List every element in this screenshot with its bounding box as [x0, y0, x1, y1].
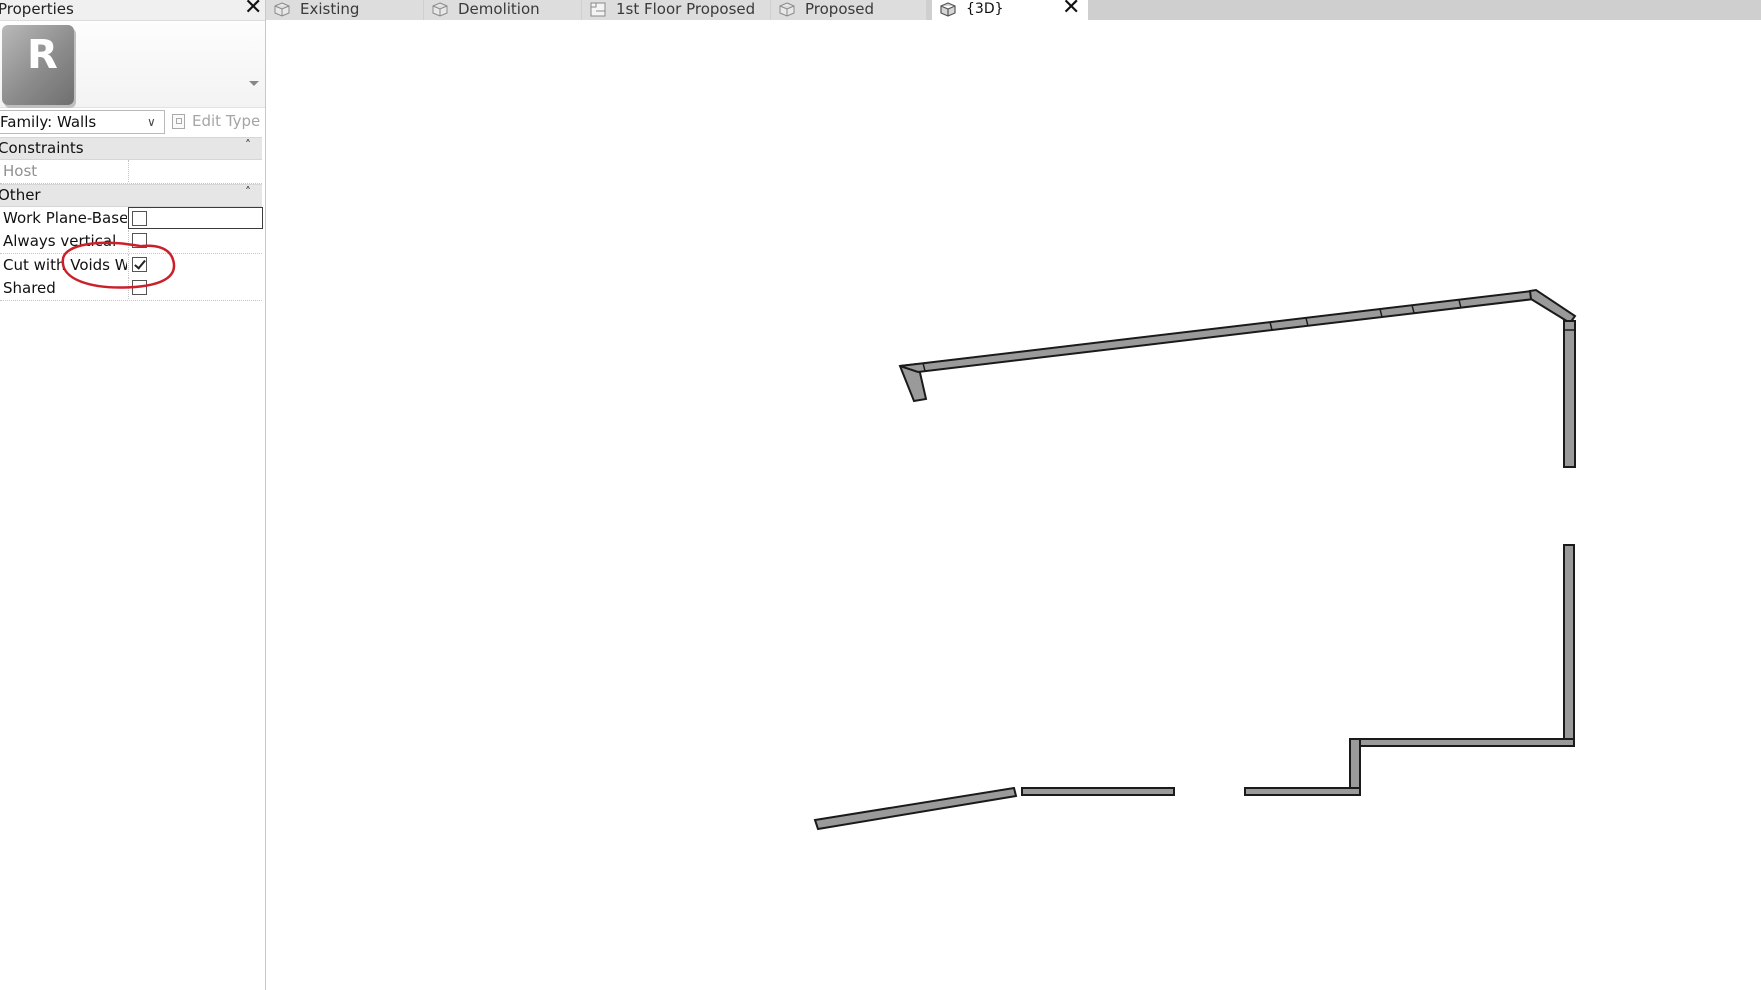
revit-logo-icon: R [2, 25, 74, 105]
3d-view-canvas[interactable] [266, 20, 1761, 990]
type-selector-preview[interactable]: R [0, 21, 265, 108]
property-row-always-vertical: Always vertical [0, 230, 262, 254]
properties-title: Properties [0, 0, 74, 18]
tab-label: 1st Floor Proposed [616, 0, 756, 18]
wall-segment [1349, 738, 1575, 747]
edit-type-label: Edit Type [192, 112, 261, 130]
edit-type-icon [172, 114, 185, 129]
tab-existing[interactable]: Existing [266, 0, 423, 20]
3d-view-icon [432, 2, 448, 17]
property-value-host [128, 160, 262, 182]
wall-segment [899, 289, 1536, 374]
property-row-cut-with-voids: Cut with Voids W... [0, 254, 262, 278]
property-label: Cut with Voids W... [3, 256, 127, 274]
group-header-constraints[interactable]: Constraints ˄ [0, 137, 262, 160]
chevron-down-icon[interactable] [249, 81, 259, 86]
property-row-work-plane-based: Work Plane-Based [0, 207, 263, 231]
properties-palette: Properties ✕ R Family: Walls ∨ Edit Type… [0, 0, 266, 990]
3d-view-icon [274, 2, 290, 17]
wall-segment [813, 786, 1018, 831]
family-type-dropdown[interactable]: Family: Walls ∨ [0, 110, 165, 134]
property-value-work-plane-based[interactable] [128, 207, 263, 229]
property-row-shared: Shared [0, 277, 262, 301]
tab-3d[interactable]: {3D} ✕ [932, 0, 1088, 20]
3d-view-icon [779, 2, 795, 17]
group-title: Other [0, 186, 41, 204]
edit-type-button[interactable]: Edit Type [170, 110, 262, 134]
properties-title-bar: Properties ✕ [0, 0, 265, 21]
wall-segment [1349, 738, 1361, 796]
wall-segment [1244, 787, 1361, 796]
property-label: Shared [3, 279, 56, 297]
shared-checkbox[interactable] [132, 280, 147, 295]
tab-demolition[interactable]: Demolition [424, 0, 581, 20]
3d-view-icon [940, 2, 956, 17]
property-value-shared[interactable] [128, 277, 262, 299]
wall-segment [1563, 320, 1576, 468]
wall-segment [1528, 288, 1577, 325]
tab-proposed[interactable]: Proposed [771, 0, 926, 20]
property-label: Always vertical [3, 232, 117, 250]
chevron-down-icon[interactable]: ∨ [147, 115, 156, 129]
floor-plan-icon [590, 2, 606, 17]
property-value-cut-with-voids[interactable] [128, 254, 262, 276]
property-label: Host [3, 162, 38, 180]
collapse-icon[interactable]: ˄ [245, 138, 251, 152]
property-row-host: Host [0, 160, 262, 184]
group-header-other[interactable]: Other ˄ [0, 184, 262, 207]
wall-segment [1563, 544, 1575, 747]
wall-segment [1021, 787, 1175, 796]
family-type-label: Family: Walls [0, 113, 97, 131]
cut-with-voids-checkbox[interactable] [132, 257, 147, 272]
tab-1st-floor-proposed[interactable]: 1st Floor Proposed [582, 0, 770, 20]
tab-label: Proposed [805, 0, 875, 18]
property-value-always-vertical[interactable] [128, 230, 262, 252]
wall-geometry [813, 288, 1577, 831]
group-title: Constraints [0, 139, 84, 157]
view-tab-bar: Existing Demolition 1st Floor Proposed P… [266, 0, 1761, 20]
close-icon[interactable]: ✕ [244, 0, 262, 19]
close-icon[interactable]: ✕ [1062, 0, 1080, 19]
property-label: Work Plane-Based [3, 209, 127, 227]
always-vertical-checkbox[interactable] [132, 233, 147, 248]
work-plane-based-checkbox[interactable] [132, 211, 147, 226]
tab-label: Existing [300, 0, 360, 18]
tab-label: Demolition [458, 0, 540, 18]
collapse-icon[interactable]: ˄ [245, 185, 251, 199]
tab-label: {3D} [966, 1, 1004, 17]
